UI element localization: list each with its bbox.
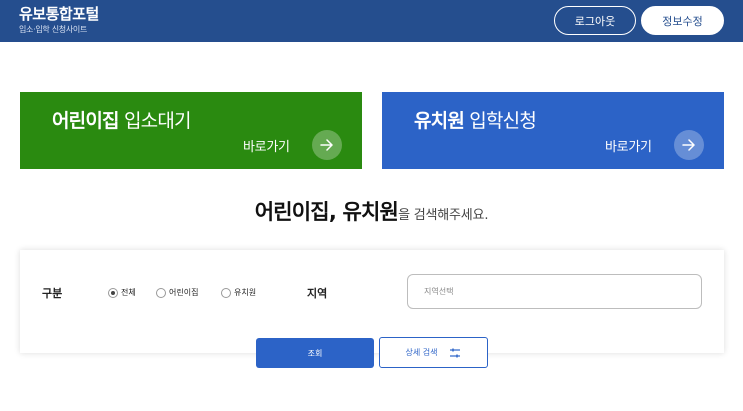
daycare-waitlist-card[interactable]: 어린이집 입소대기 바로가기 (20, 92, 362, 169)
daycare-go-link[interactable]: 바로가기 (243, 136, 290, 155)
kindergarten-card-title: 유치원 입학신청 (414, 106, 537, 133)
radio-kindergarten-label: 유치원 (234, 288, 257, 297)
headline-strong: 어린이집, 유치원 (254, 200, 399, 224)
radio-daycare[interactable]: 어린이집 (156, 287, 198, 298)
search-submit-button[interactable]: 조회 (256, 338, 374, 368)
filter-sliders-icon (449, 348, 461, 358)
detail-search-label: 상세 검색 (405, 348, 438, 357)
region-label: 지역 (307, 287, 328, 300)
kindergarten-card-title-bold: 유치원 (414, 110, 465, 132)
daycare-card-title: 어린이집 입소대기 (52, 106, 192, 133)
site-title[interactable]: 유보통합포털 (19, 3, 99, 24)
region-select[interactable]: 지역선택 (407, 274, 702, 309)
region-placeholder: 지역선택 (424, 287, 454, 296)
radio-kindergarten[interactable]: 유치원 (221, 287, 256, 298)
radio-circle-selected[interactable] (108, 287, 118, 298)
arrow-right-icon[interactable] (312, 130, 342, 160)
search-headline: 어린이집, 유치원을 검색해주세요. (0, 196, 743, 226)
kindergarten-card-title-rest: 입학신청 (464, 110, 537, 132)
logout-button[interactable]: 로그아웃 (554, 6, 636, 35)
site-subtitle: 입소·입학 신청사이트 (19, 25, 88, 34)
kindergarten-application-card[interactable]: 유치원 입학신청 바로가기 (382, 92, 724, 169)
radio-all[interactable]: 전체 (108, 287, 136, 298)
arrow-right-icon[interactable] (674, 130, 704, 160)
edit-profile-button[interactable]: 정보수정 (641, 6, 724, 35)
radio-all-label: 전체 (121, 288, 136, 297)
daycare-card-title-bold: 어린이집 (52, 110, 120, 132)
type-label: 구분 (42, 287, 63, 300)
radio-circle[interactable] (156, 287, 166, 298)
headline-rest: 을 검색해주세요. (398, 208, 489, 223)
radio-circle[interactable] (221, 287, 231, 298)
daycare-card-title-rest: 입소대기 (118, 110, 192, 132)
top-header: 유보통합포털 입소·입학 신청사이트 로그아웃 정보수정 (0, 0, 743, 42)
kindergarten-go-link[interactable]: 바로가기 (605, 136, 652, 155)
detail-search-button[interactable]: 상세 검색 (379, 337, 488, 368)
radio-daycare-label: 어린이집 (169, 288, 199, 297)
